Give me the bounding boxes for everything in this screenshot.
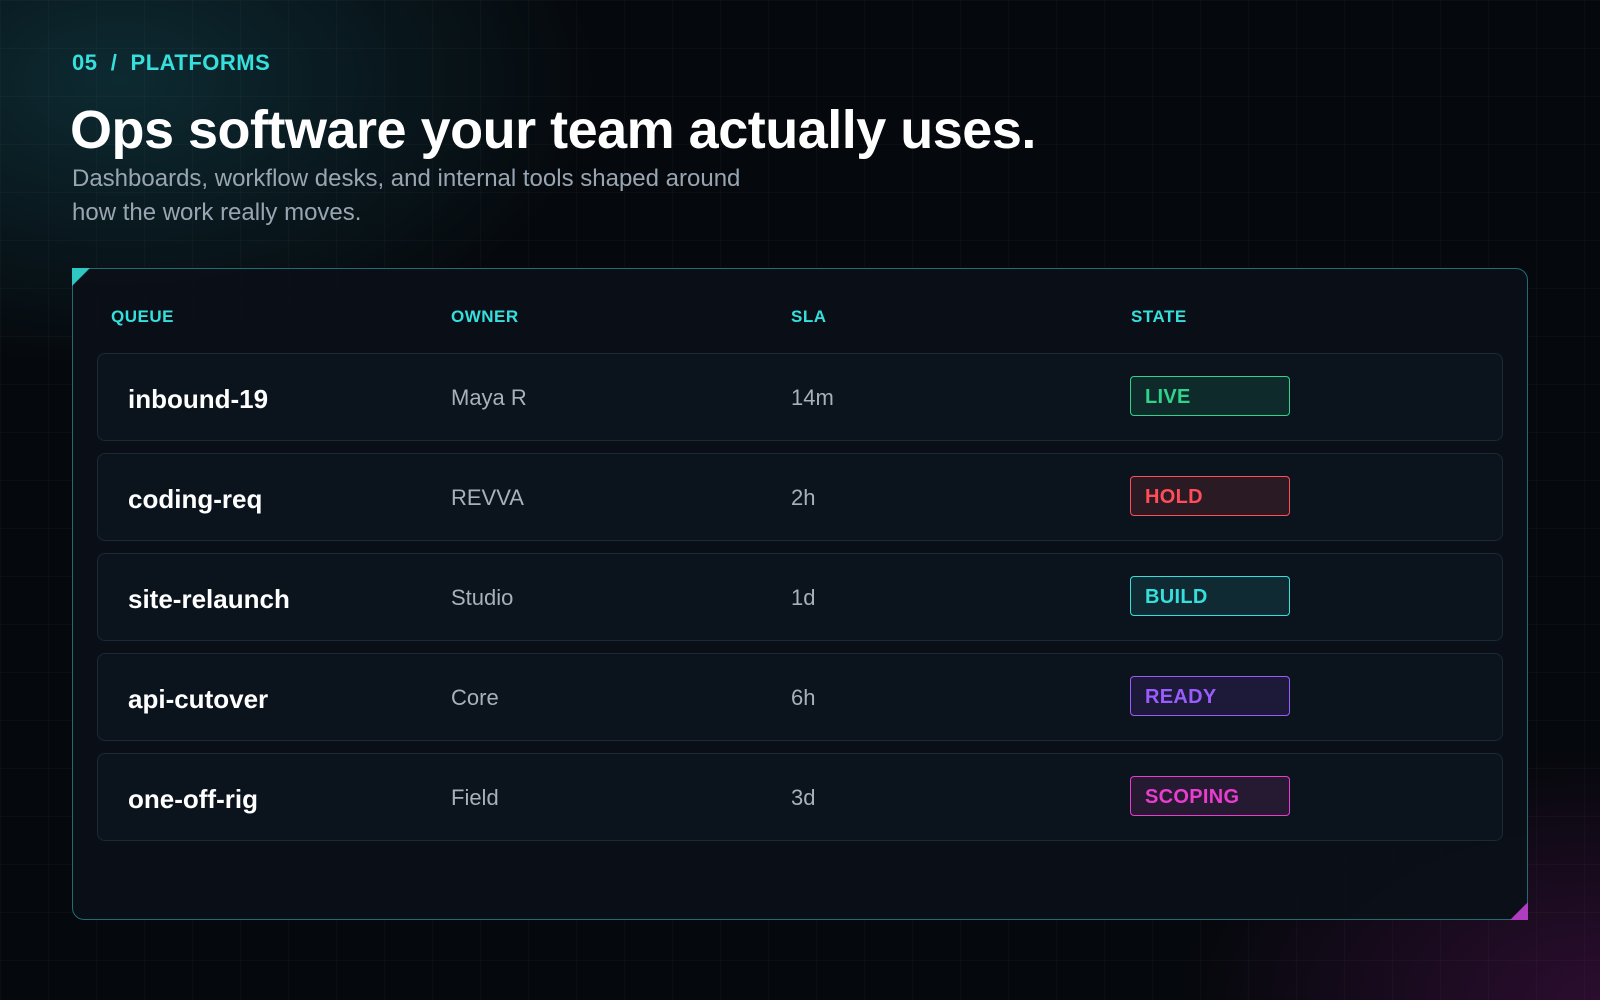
table-row[interactable]: one-off-rig Field 3d SCOPING: [97, 753, 1503, 841]
table-row[interactable]: coding-req REVVA 2h HOLD: [97, 453, 1503, 541]
owner-name: Field: [451, 785, 499, 810]
sla-value: 6h: [791, 685, 816, 710]
column-header-sla: SLA: [791, 307, 827, 326]
queue-name: site-relaunch: [128, 584, 290, 614]
queue-name: api-cutover: [128, 684, 269, 714]
owner-name: Studio: [451, 585, 514, 610]
table-header: QUEUE OWNER SLA STATE: [73, 307, 1527, 331]
owner-name: REVVA: [451, 485, 524, 510]
column-header-owner: OWNER: [451, 307, 519, 326]
sla-value: 1d: [791, 585, 816, 610]
sla-value: 3d: [791, 785, 816, 810]
state-badge: BUILD: [1130, 576, 1290, 616]
page-subtitle: Dashboards, workflow desks, and internal…: [72, 165, 741, 226]
page-title: Ops software your team actually uses.: [70, 100, 1036, 160]
queue-table-panel: QUEUE OWNER SLA STATE inbound-19 Maya R …: [72, 268, 1528, 920]
queue-name: one-off-rig: [128, 784, 258, 814]
state-badge: HOLD: [1130, 476, 1290, 516]
state-badge: LIVE: [1130, 376, 1290, 416]
owner-name: Maya R: [451, 385, 527, 410]
table-row[interactable]: api-cutover Core 6h READY: [97, 653, 1503, 741]
corner-accent-bottom-right: [1510, 902, 1528, 920]
owner-name: Core: [451, 685, 499, 710]
sla-value: 14m: [791, 385, 834, 410]
corner-accent-top-left: [72, 268, 90, 286]
section-eyebrow: 05 / PLATFORMS: [72, 50, 271, 75]
column-header-queue: QUEUE: [111, 307, 174, 326]
queue-name: coding-req: [128, 484, 263, 514]
table-row[interactable]: site-relaunch Studio 1d BUILD: [97, 553, 1503, 641]
state-badge: READY: [1130, 676, 1290, 716]
state-badge: SCOPING: [1130, 776, 1290, 816]
platforms-slide: 05 / PLATFORMS Ops software your team ac…: [0, 0, 1600, 1000]
table-row[interactable]: inbound-19 Maya R 14m LIVE: [97, 353, 1503, 441]
queue-name: inbound-19: [128, 384, 269, 414]
sla-value: 2h: [791, 485, 816, 510]
column-header-state: STATE: [1131, 307, 1187, 326]
